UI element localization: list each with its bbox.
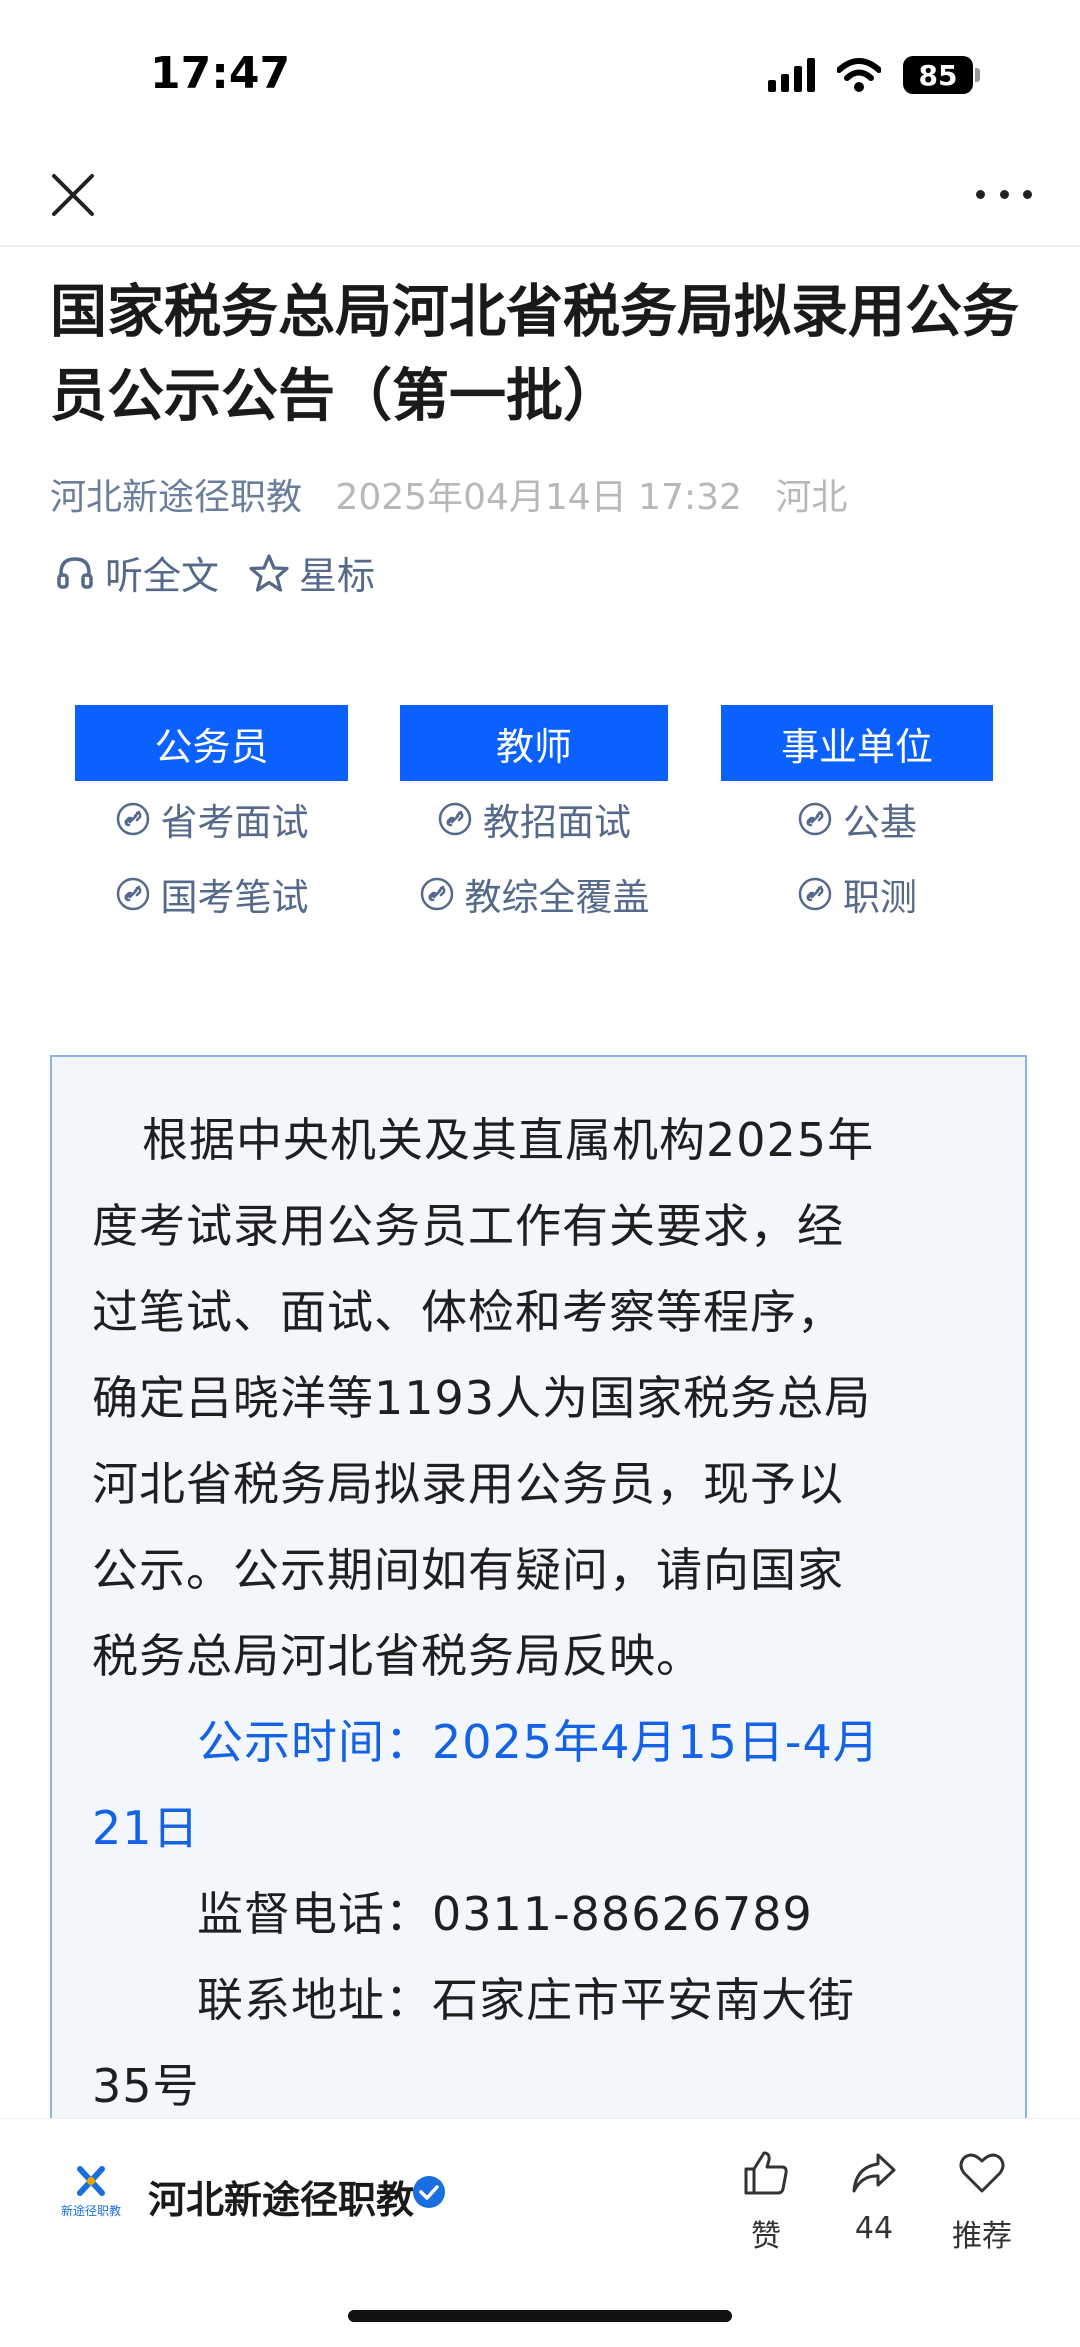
category-link[interactable]: 公基 (797, 781, 917, 856)
svg-text:新途径职教: 新途径职教 (61, 2203, 121, 2218)
category-civil-servant: 公务员 省考面试 国考笔试 (75, 705, 348, 931)
like-button[interactable]: 赞 (711, 2147, 821, 2255)
category-header[interactable]: 教师 (400, 705, 668, 781)
star-label: 星标 (299, 554, 376, 598)
link-icon (116, 877, 149, 910)
category-link[interactable]: 教招面试 (437, 781, 631, 856)
cellular-signal-icon (768, 58, 815, 92)
notice-body: 根据中央机关及其直属机构2025年 度考试录用公务员工作有关要求，经 过笔试、面… (92, 1097, 992, 2129)
category-link[interactable]: 教综全覆盖 (419, 856, 650, 931)
notice-address: 联系地址：石家庄市平安南大街 (197, 1973, 855, 2027)
notice-address: 35号 (92, 2059, 200, 2113)
wifi-icon (837, 58, 881, 92)
article-meta: 河北新途径职教 2025年04月14日 17:32 河北 (50, 468, 847, 520)
verified-badge-icon (413, 2176, 445, 2208)
star-button[interactable]: 星标 (249, 545, 375, 600)
listen-label: 听全文 (105, 554, 220, 598)
share-button[interactable]: 44 (819, 2147, 929, 2246)
notice-time-line: 公示时间：2025年4月15日-4月 (197, 1715, 880, 1769)
share-count: 44 (854, 2211, 894, 2246)
star-icon (249, 553, 289, 592)
battery-level: 85 (903, 56, 973, 94)
thumbs-up-icon (744, 2151, 788, 2195)
article-actions: 听全文 星标 (55, 545, 405, 600)
more-icon[interactable] (976, 182, 1032, 206)
link-icon (798, 802, 832, 835)
notice-line: 公示。公示期间如有疑问，请向国家 (92, 1543, 844, 1597)
like-label: 赞 (751, 2219, 781, 2254)
notice-line: 度考试录用公务员工作有关要求，经 (92, 1199, 844, 1253)
page: 17:47 85 国家税务总局河北省税务局拟录用公务员公示公告（第一批） 河北新… (0, 0, 1080, 2347)
category-link[interactable]: 省考面试 (115, 781, 309, 856)
category-header[interactable]: 公务员 (75, 705, 348, 781)
link-icon (420, 877, 453, 910)
notice-line: 根据中央机关及其直属机构2025年 (142, 1113, 875, 1167)
close-icon[interactable] (48, 170, 98, 220)
account-name[interactable]: 河北新途径职教 (148, 2169, 414, 2224)
notice-phone: 监督电话：0311-88626789 (197, 1887, 813, 1941)
recommend-label: 推荐 (952, 2219, 1012, 2254)
status-bar: 17:47 85 (0, 0, 1080, 150)
publish-date: 2025年04月14日 17:32 (335, 477, 742, 518)
notice-line: 税务总局河北省税务局反映。 (92, 1629, 703, 1683)
status-icons: 85 (768, 56, 980, 94)
account-logo[interactable]: 新途径职教 (58, 2161, 124, 2227)
home-indicator (348, 2310, 732, 2322)
article-title: 国家税务总局河北省税务局拟录用公务员公示公告（第一批） (50, 279, 1019, 429)
author-link[interactable]: 河北新途径职教 (50, 477, 302, 518)
nav-bar (0, 150, 1080, 247)
notice-line: 河北省税务局拟录用公务员，现予以 (92, 1457, 844, 1511)
recommend-button[interactable]: 推荐 (927, 2147, 1037, 2255)
link-icon (798, 877, 832, 910)
listen-button[interactable]: 听全文 (55, 545, 219, 600)
category-public-institution: 事业单位 公基 职测 (721, 705, 993, 931)
category-header[interactable]: 事业单位 (721, 705, 993, 781)
notice-line: 确定吕晓洋等1193人为国家税务总局 (92, 1371, 872, 1425)
status-time: 17:47 (150, 48, 291, 99)
share-icon (852, 2153, 896, 2193)
category-link[interactable]: 国考笔试 (115, 856, 309, 931)
battery-icon: 85 (903, 56, 980, 94)
notice-line: 过笔试、面试、体检和考察等程序， (92, 1285, 844, 1339)
notice-time-line: 21日 (92, 1801, 200, 1855)
link-icon (438, 802, 472, 835)
publish-location: 河北 (775, 477, 848, 518)
link-icon (116, 802, 149, 835)
heart-icon (959, 2153, 1005, 2193)
category-link[interactable]: 职测 (797, 856, 917, 931)
headphones-icon (57, 556, 93, 589)
category-teacher: 教师 教招面试 教综全覆盖 (400, 705, 668, 931)
